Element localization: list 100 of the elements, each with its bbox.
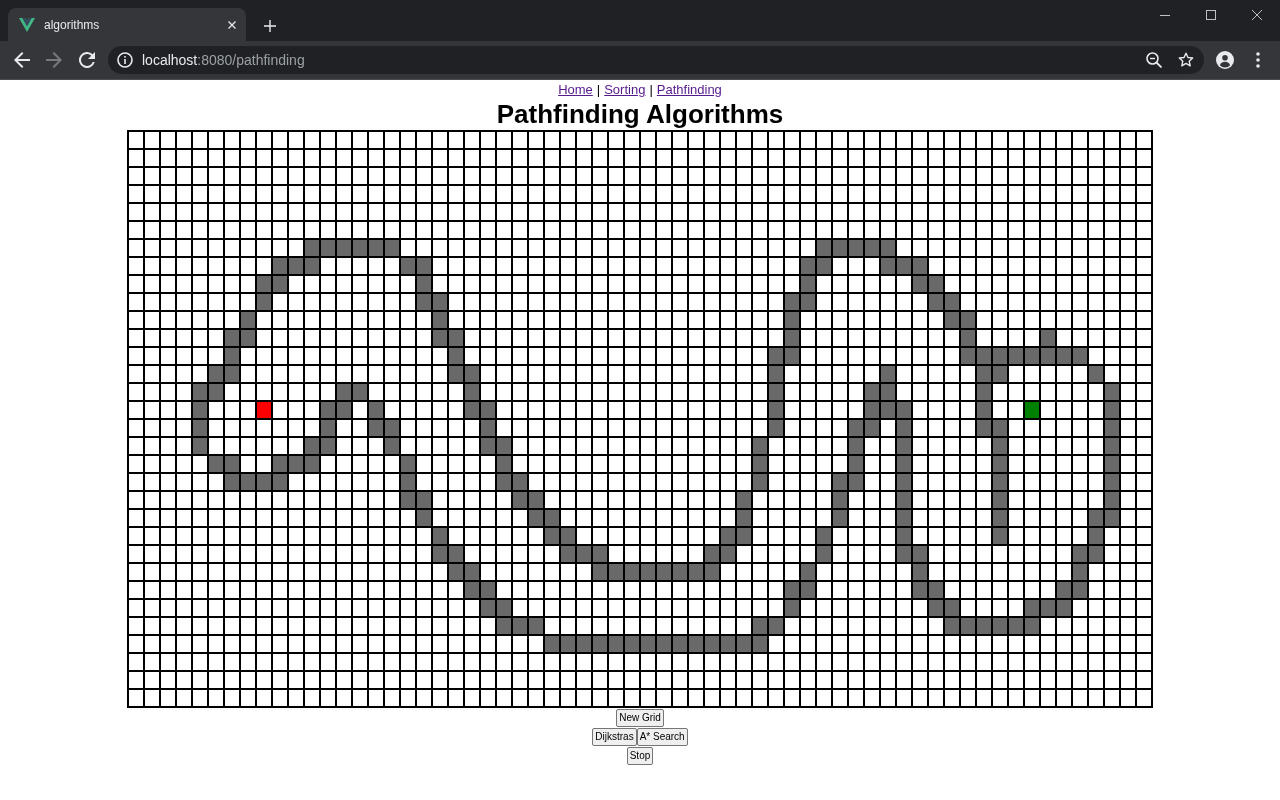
wall-cell[interactable]	[352, 239, 368, 257]
minimize-icon[interactable]	[1160, 14, 1170, 16]
wall-cell[interactable]	[784, 599, 800, 617]
wall-cell[interactable]	[368, 239, 384, 257]
wall-cell[interactable]	[416, 275, 432, 293]
wall-cell[interactable]	[928, 275, 944, 293]
wall-cell[interactable]	[256, 275, 272, 293]
wall-cell[interactable]	[960, 329, 976, 347]
wall-cell[interactable]	[928, 293, 944, 311]
wall-cell[interactable]	[1040, 329, 1056, 347]
wall-cell[interactable]	[672, 635, 688, 653]
star-icon[interactable]	[1178, 52, 1194, 68]
wall-cell[interactable]	[944, 617, 960, 635]
wall-cell[interactable]	[336, 401, 352, 419]
wall-cell[interactable]	[704, 545, 720, 563]
wall-cell[interactable]	[368, 401, 384, 419]
wall-cell[interactable]	[736, 491, 752, 509]
wall-cell[interactable]	[656, 635, 672, 653]
nav-link[interactable]: Home	[558, 82, 593, 98]
wall-cell[interactable]	[1056, 581, 1072, 599]
wall-cell[interactable]	[992, 437, 1008, 455]
wall-cell[interactable]	[608, 563, 624, 581]
wall-cell[interactable]	[832, 491, 848, 509]
wall-cell[interactable]	[448, 329, 464, 347]
wall-cell[interactable]	[256, 293, 272, 311]
wall-cell[interactable]	[1008, 617, 1024, 635]
wall-cell[interactable]	[960, 311, 976, 329]
wall-cell[interactable]	[272, 473, 288, 491]
wall-cell[interactable]	[320, 401, 336, 419]
wall-cell[interactable]	[624, 635, 640, 653]
wall-cell[interactable]	[704, 563, 720, 581]
action-button[interactable]: A* Search	[636, 728, 688, 746]
wall-cell[interactable]	[832, 473, 848, 491]
wall-cell[interactable]	[896, 509, 912, 527]
wall-cell[interactable]	[416, 509, 432, 527]
wall-cell[interactable]	[1024, 347, 1040, 365]
wall-cell[interactable]	[368, 419, 384, 437]
wall-cell[interactable]	[432, 527, 448, 545]
wall-cell[interactable]	[800, 275, 816, 293]
wall-cell[interactable]	[944, 293, 960, 311]
wall-cell[interactable]	[784, 347, 800, 365]
wall-cell[interactable]	[816, 545, 832, 563]
wall-cell[interactable]	[768, 419, 784, 437]
wall-cell[interactable]	[976, 419, 992, 437]
wall-cell[interactable]	[272, 257, 288, 275]
wall-cell[interactable]	[400, 473, 416, 491]
wall-cell[interactable]	[1088, 545, 1104, 563]
wall-cell[interactable]	[640, 563, 656, 581]
wall-cell[interactable]	[832, 239, 848, 257]
close-icon[interactable]	[1252, 10, 1262, 20]
wall-cell[interactable]	[896, 257, 912, 275]
wall-cell[interactable]	[192, 401, 208, 419]
wall-cell[interactable]	[992, 527, 1008, 545]
wall-cell[interactable]	[1088, 365, 1104, 383]
wall-cell[interactable]	[432, 311, 448, 329]
wall-cell[interactable]	[304, 455, 320, 473]
wall-cell[interactable]	[480, 419, 496, 437]
wall-cell[interactable]	[400, 491, 416, 509]
wall-cell[interactable]	[464, 563, 480, 581]
wall-cell[interactable]	[288, 257, 304, 275]
wall-cell[interactable]	[848, 419, 864, 437]
wall-cell[interactable]	[896, 419, 912, 437]
address-field[interactable]: localhost:8080/pathfinding	[108, 46, 1204, 74]
wall-cell[interactable]	[1072, 347, 1088, 365]
wall-cell[interactable]	[800, 581, 816, 599]
wall-cell[interactable]	[384, 437, 400, 455]
reload-icon[interactable]	[79, 52, 95, 68]
wall-cell[interactable]	[816, 527, 832, 545]
wall-cell[interactable]	[992, 491, 1008, 509]
wall-cell[interactable]	[720, 545, 736, 563]
wall-cell[interactable]	[944, 311, 960, 329]
wall-cell[interactable]	[448, 365, 464, 383]
wall-cell[interactable]	[224, 347, 240, 365]
wall-cell[interactable]	[976, 401, 992, 419]
wall-cell[interactable]	[400, 257, 416, 275]
wall-cell[interactable]	[1104, 419, 1120, 437]
wall-cell[interactable]	[752, 635, 768, 653]
menu-icon[interactable]	[1256, 52, 1260, 68]
wall-cell[interactable]	[544, 635, 560, 653]
wall-cell[interactable]	[400, 455, 416, 473]
wall-cell[interactable]	[272, 275, 288, 293]
wall-cell[interactable]	[624, 563, 640, 581]
wall-cell[interactable]	[992, 347, 1008, 365]
wall-cell[interactable]	[416, 257, 432, 275]
wall-cell[interactable]	[224, 365, 240, 383]
wall-cell[interactable]	[208, 365, 224, 383]
wall-cell[interactable]	[832, 509, 848, 527]
wall-cell[interactable]	[512, 617, 528, 635]
nav-link[interactable]: Pathfinding	[656, 82, 722, 98]
wall-cell[interactable]	[496, 455, 512, 473]
wall-cell[interactable]	[528, 509, 544, 527]
plus-icon[interactable]	[264, 19, 276, 32]
wall-cell[interactable]	[976, 347, 992, 365]
wall-cell[interactable]	[480, 599, 496, 617]
wall-cell[interactable]	[480, 437, 496, 455]
wall-cell[interactable]	[1056, 347, 1072, 365]
wall-cell[interactable]	[768, 401, 784, 419]
wall-cell[interactable]	[800, 257, 816, 275]
wall-cell[interactable]	[896, 545, 912, 563]
wall-cell[interactable]	[992, 509, 1008, 527]
